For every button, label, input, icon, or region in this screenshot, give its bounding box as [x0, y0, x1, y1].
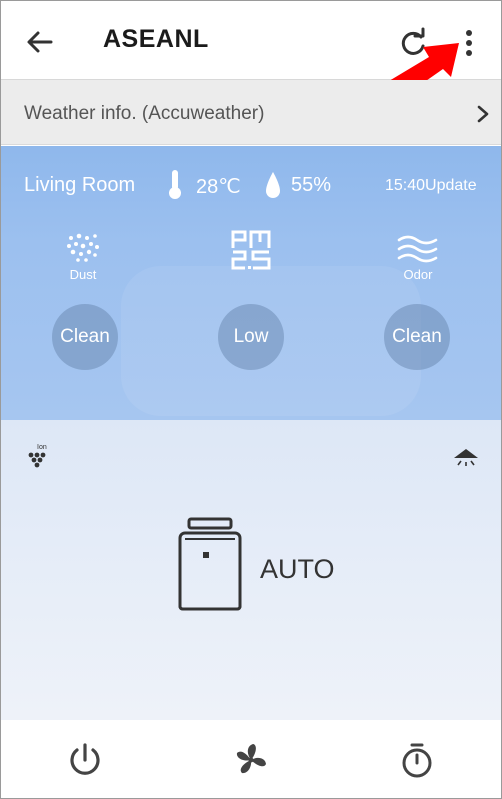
dust-icon	[67, 233, 99, 262]
air-purifier-icon	[178, 517, 242, 611]
bottom-toolbar	[1, 720, 501, 798]
power-icon[interactable]	[66, 740, 104, 780]
thermometer-icon	[169, 170, 181, 199]
humidity-drop-icon	[266, 172, 280, 198]
odor-label: Odor	[403, 267, 433, 282]
dust-status-badge: Clean	[52, 304, 118, 370]
light-icon[interactable]	[453, 446, 479, 468]
back-arrow-icon[interactable]	[23, 25, 57, 59]
odor-status-badge: Clean	[384, 304, 450, 370]
pm25-icon	[231, 230, 271, 270]
mode-label: AUTO	[260, 554, 335, 584]
ion-label: Ion	[37, 444, 47, 451]
page-title: ASEANL	[103, 25, 209, 53]
update-time: 15:40Update	[385, 177, 477, 194]
weather-info-label: Weather info. (Accuweather)	[24, 103, 265, 124]
timer-icon[interactable]	[398, 740, 436, 780]
fan-icon[interactable]	[232, 740, 270, 780]
mode-area: Ion AUTO	[1, 420, 501, 720]
app-frame: ASEANL Weather info. (Accuweather) Livin…	[0, 0, 502, 799]
ion-icon[interactable]: Ion	[26, 442, 52, 470]
weather-info-row[interactable]: Weather info. (Accuweather)	[1, 80, 501, 145]
temperature-value: 28℃	[196, 176, 241, 198]
room-name: Living Room	[24, 174, 136, 196]
odor-icon	[397, 235, 438, 263]
chevron-right-icon	[477, 105, 489, 123]
pm25-status-badge: Low	[218, 304, 284, 370]
humidity-value: 55%	[291, 174, 332, 196]
air-status-panel: Living Room 28℃ 55% 15:40Update Dust Odo…	[1, 146, 501, 420]
dust-label: Dust	[69, 267, 97, 282]
